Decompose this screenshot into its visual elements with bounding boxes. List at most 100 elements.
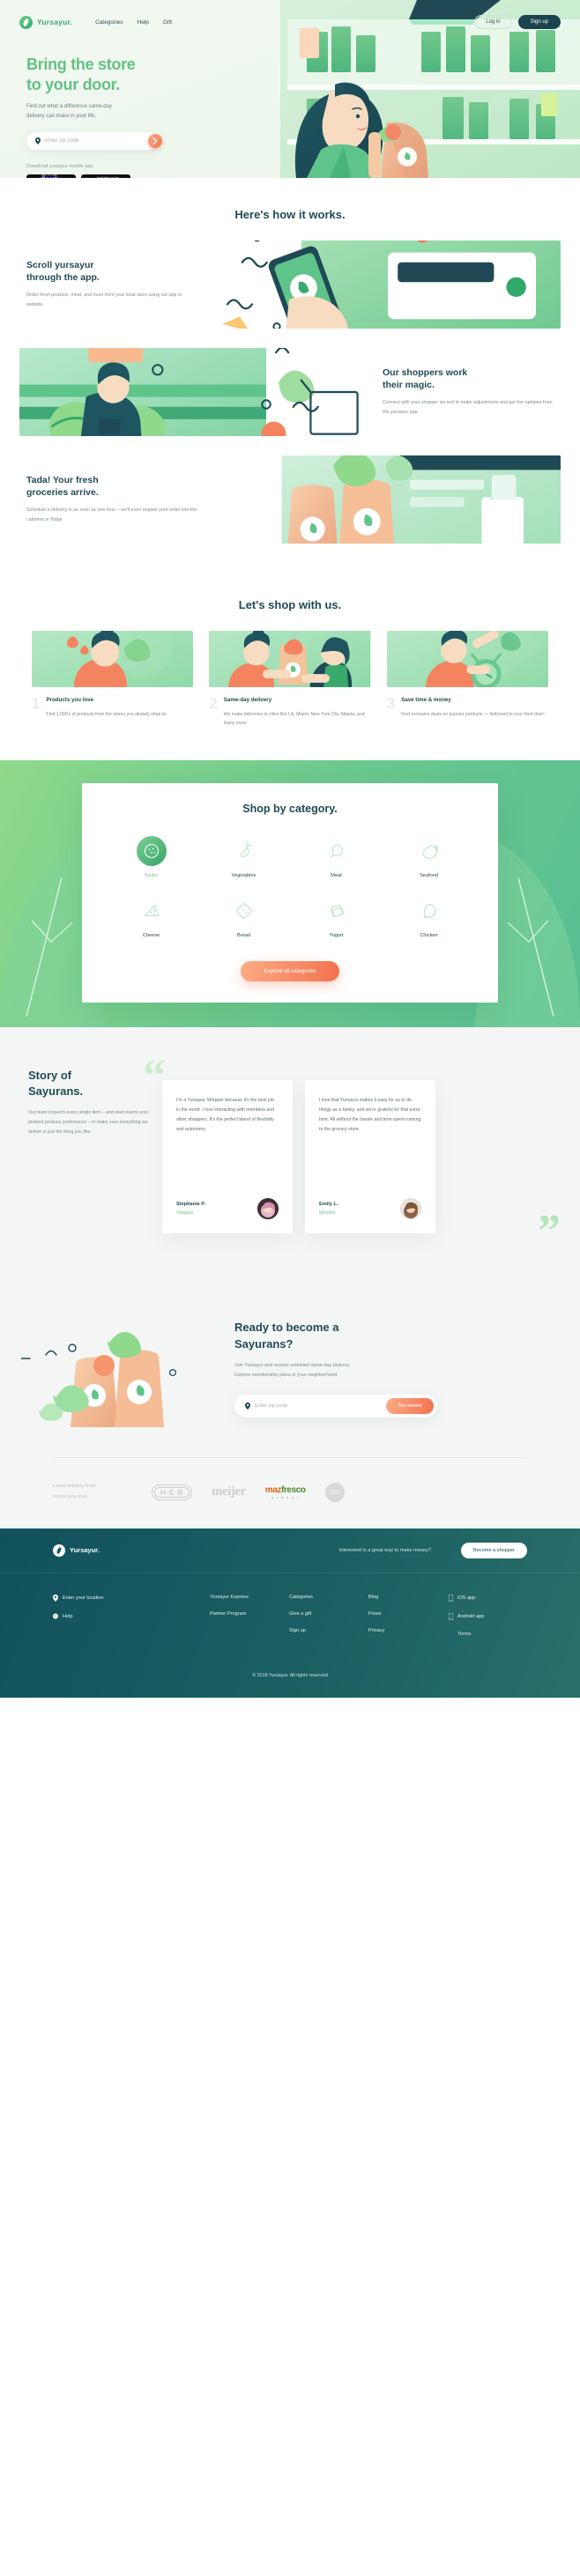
- footer-link-enter-your-location[interactable]: Enter your location: [53, 1594, 210, 1602]
- footer-link-label: Privacy: [368, 1627, 385, 1633]
- step-3-heading-line-1: Tada! Your fresh: [26, 474, 99, 485]
- footer-brand-name: Yursayur.: [70, 1546, 100, 1555]
- category-label-meat: Meat: [331, 872, 342, 878]
- category-item-vegetables[interactable]: Vegetables: [197, 836, 290, 878]
- step-3-illustration: [215, 455, 561, 544]
- footer-link-label: Give a gift: [289, 1610, 312, 1617]
- cta-heading: Ready to become a Sayurans?: [234, 1320, 437, 1351]
- testimonial-2-name: Emily L.: [319, 1201, 338, 1207]
- leaf-logo-icon: [53, 1543, 65, 1557]
- footer-link-yursayur-express[interactable]: Yursayur Express: [210, 1595, 289, 1600]
- cta-section: Ready to become a Sayurans? Join Yursayu…: [0, 1278, 580, 1457]
- cheese-wedge-icon: [137, 896, 167, 926]
- story-heading-line-1: Story of: [28, 1068, 72, 1082]
- step-3-heading: Tada! Your fresh groceries arrive.: [26, 474, 197, 500]
- get-started-button[interactable]: Get started: [386, 1398, 434, 1415]
- footer-link-blog[interactable]: Blog: [368, 1595, 448, 1600]
- become-a-shopper-button[interactable]: Become a shopper: [461, 1542, 527, 1558]
- story-body: Our team inspects every single item – an…: [28, 1109, 149, 1136]
- category-item-seafood[interactable]: Seafood: [383, 836, 475, 878]
- signup-button[interactable]: Sign up: [517, 15, 561, 29]
- nav-link-categories[interactable]: Categories: [95, 19, 123, 26]
- footer-link-partner-program[interactable]: Partner Program: [210, 1611, 289, 1617]
- footer-link-label: iOS app: [457, 1595, 476, 1601]
- partner-brands-row: Local delivery from stores you love. H·E…: [53, 1456, 527, 1504]
- brand-logo[interactable]: Yursayur.: [19, 15, 72, 29]
- google-play-badge[interactable]: GET IT ON Google play: [26, 174, 76, 178]
- footer-link-press[interactable]: Press: [368, 1611, 448, 1617]
- zip-submit-button[interactable]: [148, 133, 162, 148]
- footer-link-sign-up[interactable]: Sign up: [289, 1628, 368, 1633]
- nav-link-help[interactable]: Help: [138, 19, 149, 26]
- footer-link-privacy[interactable]: Privacy: [368, 1628, 448, 1633]
- shop-card-2-number: 2: [209, 695, 218, 712]
- shop-card-1: 1 Products you love Find 1,000's of prod…: [32, 631, 194, 729]
- footer-link-label: Enter your location: [63, 1595, 104, 1601]
- nav-actions: Log in Sign up: [474, 15, 561, 29]
- footer-top-bar: Yursayur. Interested in a great way to m…: [0, 1529, 580, 1573]
- step-1-text: Scroll yursayur through the app. Order f…: [19, 259, 204, 311]
- testimonial-2-role: Member: [319, 1210, 337, 1216]
- footer-link-categories[interactable]: Categories: [289, 1595, 368, 1600]
- cta-zip-input[interactable]: [255, 1403, 387, 1410]
- whole-foods-logo[interactable]: WHOLE FOODS: [324, 1481, 345, 1504]
- shop-card-1-meta: 1 Products you love Find 1,000's of prod…: [32, 695, 193, 719]
- explore-all-categories-button[interactable]: Explore all categories: [241, 960, 339, 981]
- testimonial-card-2: I love that Yursayur makes it easy for u…: [305, 1079, 435, 1233]
- login-button[interactable]: Log in: [474, 15, 512, 29]
- heb-logo[interactable]: H·E·B: [152, 1481, 193, 1504]
- shop-card-1-body: Find 1,000's of products from the stores…: [46, 712, 167, 717]
- footer-link-label: Blog: [368, 1594, 379, 1600]
- category-button-row: Explore all categories: [105, 960, 475, 981]
- testimonial-1-footer: Stephanie P. Shopper: [176, 1197, 279, 1219]
- carrot-icon: [229, 836, 259, 866]
- footer-link-label: Partner Program: [210, 1610, 247, 1617]
- step-2-heading-line-1: Our shoppers work: [383, 366, 468, 378]
- cta-body: Join Yursayur and receive unlimited same…: [234, 1361, 437, 1381]
- footer-column-2: Yursayur Express Partner Program: [210, 1595, 289, 1648]
- footer-link-label: Categories: [289, 1594, 314, 1600]
- shop-card-2-heading: Same-day delivery: [223, 697, 272, 703]
- step-3-heading-line-2: groceries arrive.: [26, 487, 99, 499]
- step-1-heading-line-2: through the app.: [26, 272, 100, 284]
- zip-field[interactable]: [26, 131, 157, 150]
- footer-brand[interactable]: Yursayur.: [53, 1543, 100, 1557]
- app-store-badge[interactable]:  Available on the App Store: [81, 174, 130, 178]
- category-item-chicken[interactable]: Chicken: [383, 896, 475, 938]
- mazfresco-logo[interactable]: mazfresco M A R K E T: [265, 1481, 306, 1504]
- meat-leg-icon: [322, 836, 352, 866]
- category-label-seafood: Seafood: [420, 872, 438, 878]
- step-1-heading-line-1: Scroll yursayur: [26, 259, 94, 270]
- category-label-fruits: Fruits: [145, 872, 158, 878]
- category-item-yogurt[interactable]: Yogurt: [290, 896, 383, 938]
- category-item-meat[interactable]: Meat: [290, 836, 383, 878]
- app-badges: GET IT ON Google play  Available on the…: [26, 174, 229, 178]
- step-1-illustration: [215, 241, 561, 329]
- footer-link-help[interactable]: ? Help: [53, 1613, 210, 1620]
- shop-card-2: 2 Same-day delivery We make deliveries i…: [209, 631, 371, 729]
- shop-card-2-meta: 2 Same-day delivery We make deliveries i…: [209, 695, 370, 729]
- footer-link-give-a-gift[interactable]: Give a gift: [289, 1611, 368, 1617]
- hero-section: Yursayur. Categories Help Gift Log in Si…: [0, 0, 580, 178]
- meijer-logo[interactable]: meijer: [212, 1481, 246, 1504]
- category-item-bread[interactable]: Bread: [197, 896, 290, 938]
- category-label-vegetables: Vegetables: [231, 872, 257, 878]
- mobile-icon: [448, 1612, 453, 1620]
- category-item-cheese[interactable]: Cheese: [105, 896, 197, 938]
- shop-card-3-illustration: [386, 631, 548, 687]
- leaf-logo-icon: [19, 15, 33, 29]
- footer-column-3: Categories Give a gift Sign up: [289, 1595, 368, 1648]
- shop-card-1-number: 1: [32, 695, 41, 712]
- footer-link-android-app[interactable]: Android app: [448, 1612, 527, 1620]
- step-1-heading: Scroll yursayur through the app.: [26, 259, 197, 285]
- zip-input[interactable]: [45, 137, 133, 144]
- footer-link-ios-app[interactable]: iOS app: [448, 1594, 527, 1602]
- footer-link-terms[interactable]: Terms: [448, 1632, 527, 1637]
- shop-card-3-meta: 3 Save time & money Find exclusive deals…: [387, 696, 548, 719]
- nav-link-gift[interactable]: Gift: [163, 19, 172, 26]
- fruit-icon: [136, 835, 167, 866]
- help-circle-icon: ?: [53, 1613, 58, 1620]
- cta-heading-line-1: Ready to become a: [234, 1321, 339, 1335]
- category-item-fruits[interactable]: Fruits: [105, 835, 197, 878]
- cta-zip-form[interactable]: Get started: [234, 1395, 437, 1418]
